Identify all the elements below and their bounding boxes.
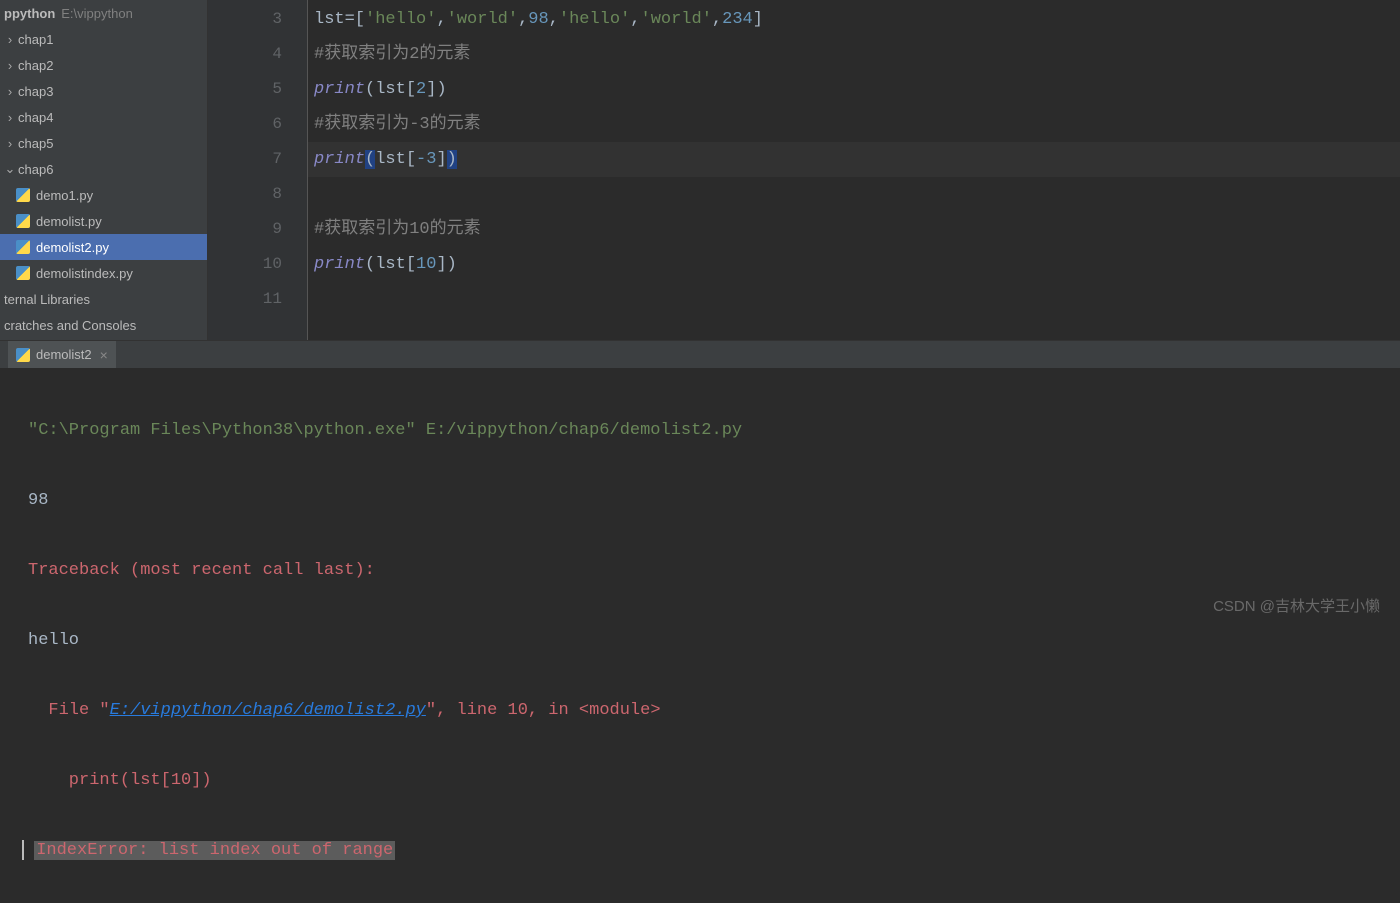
console-file-link[interactable]: E:/vippython/chap6/demolist2.py (110, 701, 426, 720)
run-tab-demolist2[interactable]: demolist2 × (8, 341, 116, 368)
run-tab-bar: demolist2 × (0, 340, 1400, 368)
python-file-icon (16, 214, 30, 228)
python-file-icon (16, 240, 30, 254)
scratches-consoles[interactable]: cratches and Consoles (0, 312, 207, 338)
file-demo1[interactable]: demo1.py (0, 182, 207, 208)
project-sidebar: ppython E:\vippython ›chap1 ›chap2 ›chap… (0, 0, 208, 340)
code-line-9[interactable]: #获取索引为10的元素 (308, 212, 1400, 247)
console-cmd: "C:\Program Files\Python38\python.exe" E… (28, 413, 1372, 448)
file-demolist2[interactable]: demolist2.py (0, 234, 207, 260)
external-libraries[interactable]: ternal Libraries (0, 286, 207, 312)
project-root[interactable]: ppython E:\vippython (0, 0, 207, 26)
project-path: E:\vippython (61, 6, 133, 21)
code-line-3[interactable]: lst=['hello','world',98,'hello','world',… (308, 2, 1400, 37)
run-tab-label: demolist2 (36, 347, 92, 362)
code-line-4[interactable]: #获取索引为2的元素 (308, 37, 1400, 72)
python-file-icon (16, 188, 30, 202)
close-icon[interactable]: × (100, 347, 108, 363)
text-cursor (22, 840, 24, 860)
folder-chap2[interactable]: ›chap2 (0, 52, 207, 78)
code-line-10[interactable]: print(lst[10]) (308, 247, 1400, 282)
console-error: IndexError: list index out of range (28, 833, 1372, 868)
folder-chap3[interactable]: ›chap3 (0, 78, 207, 104)
watermark: CSDN @吉林大学王小懒 (1213, 595, 1380, 616)
folder-chap5[interactable]: ›chap5 (0, 130, 207, 156)
file-demolist[interactable]: demolist.py (0, 208, 207, 234)
line-gutter: 3 4 5 6 7 8 9 10 11 (208, 0, 308, 340)
project-name: ppython (4, 6, 55, 21)
console-code-line: print(lst[10]) (28, 763, 1372, 798)
console-out1: 98 (28, 483, 1372, 518)
python-file-icon (16, 348, 30, 362)
console-traceback: Traceback (most recent call last): (28, 553, 1372, 588)
folder-chap4[interactable]: ›chap4 (0, 104, 207, 130)
code-line-7[interactable]: print(lst[-3]) (308, 142, 1400, 177)
code-editor[interactable]: lst=['hello','world',98,'hello','world',… (308, 0, 1400, 340)
code-line-6[interactable]: #获取索引为-3的元素 (308, 107, 1400, 142)
folder-chap6[interactable]: ⌄chap6 (0, 156, 207, 182)
code-line-5[interactable]: print(lst[2]) (308, 72, 1400, 107)
code-line-11[interactable] (308, 282, 1400, 317)
console-out2: hello (28, 623, 1372, 658)
file-demolistindex[interactable]: demolistindex.py (0, 260, 207, 286)
console-output[interactable]: "C:\Program Files\Python38\python.exe" E… (0, 368, 1400, 624)
python-file-icon (16, 266, 30, 280)
code-line-8[interactable] (308, 177, 1400, 212)
console-file-location: File "E:/vippython/chap6/demolist2.py", … (28, 693, 1372, 728)
folder-chap1[interactable]: ›chap1 (0, 26, 207, 52)
